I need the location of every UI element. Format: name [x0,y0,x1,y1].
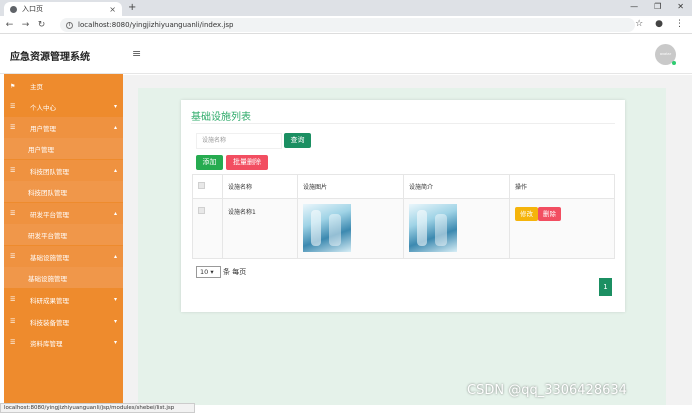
sidebar-item-equipment[interactable]: ☰ 科技装备管理 ▾ [4,311,123,332]
sidebar-subitem-teams[interactable]: 科技团队管理 [4,181,123,202]
chevron-up-icon: ▴ [113,210,117,217]
sidebar-item-profile[interactable]: ☰ 个人中心 ▾ [4,96,123,117]
actions-cell: 修改 删除 [509,198,615,259]
chevron-down-icon: ▾ [113,296,117,303]
sidebar: ⚑ 主页 ☰ 个人中心 ▾ ☰ 用户管理 ▴ 用户管理 ☰ 科技团队管理 ▴ 科技团队管理 ☰… [4,74,123,404]
list-card: 基础设施列表 设施名称 查询 添加 批量删除 设施名称 设施图片 设施简介 操作… [181,100,625,312]
facility-intro-image [409,204,457,252]
watermark: CSDN @qq_3306428634 [467,383,627,398]
online-dot [672,61,676,65]
reload-icon[interactable]: ↻ [35,20,48,30]
flag-icon: ⚑ [10,82,16,90]
table-row: 设施名称1 修改 删除 [192,198,615,259]
list-icon: ☰ [10,296,16,303]
close-window-icon[interactable]: ✕ [677,2,684,11]
sidebar-item-results[interactable]: ☰ 科研成果管理 ▾ [4,289,123,310]
chevron-up-icon: ▴ [113,167,117,174]
list-icon: ☰ [10,339,16,346]
facility-image-cell [297,198,404,259]
facility-image [303,204,351,252]
status-bar-url: localhost:8080/yingjizhiyuanguanli/jsp/m… [0,403,195,413]
list-icon: ☰ [10,253,16,260]
chevron-down-icon: ▾ [113,318,117,325]
app-header: 应急资源管理系统 ≡ avatar [0,34,692,74]
sidebar-item-library[interactable]: ☰ 资料库管理 ▾ [4,332,123,353]
globe-icon [10,5,17,13]
chevron-up-icon: ▴ [113,124,117,131]
col-header: 设施简介 [403,174,510,199]
url-field[interactable]: i localhost:8080/yingjizhiyuanguanli/ind… [60,18,635,32]
chevron-down-icon: ▾ [113,339,117,346]
facility-name: 设施名称1 [222,198,298,259]
tab-close-icon[interactable]: × [109,5,116,14]
list-icon: ☰ [10,167,16,174]
search-input[interactable]: 设施名称 [196,133,282,149]
url-text: localhost:8080/yingjizhiyuanguanli/index… [78,21,234,29]
new-tab-button[interactable]: + [128,2,136,13]
sidebar-item-users[interactable]: ☰ 用户管理 ▴ [4,117,123,138]
facility-table: 设施名称 设施图片 设施简介 操作 设施名称1 修改 删除 [192,174,615,259]
col-header: 操作 [509,174,615,199]
sidebar-item-facilities[interactable]: ☰ 基础设施管理 ▴ [4,246,123,267]
list-icon: ☰ [10,318,16,325]
chevron-up-icon: ▴ [113,253,117,260]
sidebar-item-home[interactable]: ⚑ 主页 [4,76,123,96]
title-divider [191,123,615,124]
list-icon: ☰ [10,210,16,217]
tab-title: 入口页 [22,5,43,13]
forward-icon[interactable]: → [19,20,32,30]
star-icon[interactable]: ☆ [635,19,643,29]
row-checkbox[interactable] [198,207,205,214]
sidebar-subitem-users[interactable]: 用户管理 [4,138,123,159]
facility-intro-cell [403,198,510,259]
page-size-text: 条 每页 [223,268,247,276]
query-button[interactable]: 查询 [284,133,311,148]
minimize-icon[interactable]: — [630,2,638,11]
sidebar-item-teams[interactable]: ☰ 科技团队管理 ▴ [4,160,123,181]
page-title: 基础设施列表 [191,112,251,123]
browser-tab[interactable]: 入口页 × [4,2,122,16]
col-header: 设施图片 [297,174,404,199]
hamburger-icon[interactable]: ≡ [132,47,141,60]
list-icon: ☰ [10,124,16,131]
list-icon: ☰ [10,103,16,110]
edit-button[interactable]: 修改 [515,207,538,221]
batch-delete-button[interactable]: 批量删除 [226,155,268,170]
app-name: 应急资源管理系统 [10,52,90,63]
sidebar-subitem-platforms[interactable]: 研发平台管理 [4,224,123,245]
back-icon[interactable]: ← [3,20,16,30]
table-header-row: 设施名称 设施图片 设施简介 操作 [192,174,615,199]
chevron-down-icon: ▾ [113,103,117,110]
delete-button[interactable]: 删除 [538,207,561,221]
restore-icon[interactable]: ❐ [654,2,661,11]
select-all-cell [192,174,223,199]
browser-tabbar: 入口页 × + — ❐ ✕ [0,0,692,16]
col-header: 设施名称 [222,174,298,199]
menu-dots-icon[interactable]: ⋮ [675,19,684,29]
sidebar-item-platforms[interactable]: ☰ 研发平台管理 ▴ [4,203,123,224]
select-all-checkbox[interactable] [198,182,205,189]
row-select-cell [192,198,223,259]
page-number-button[interactable]: 1 [599,278,612,296]
profile-icon[interactable]: ● [655,19,663,29]
sidebar-subitem-facilities[interactable]: 基础设施管理 [4,267,123,288]
address-bar: ← → ↻ i localhost:8080/yingjizhiyuanguan… [0,16,692,34]
add-button[interactable]: 添加 [196,155,223,170]
info-icon[interactable]: i [66,21,73,29]
page-size-select[interactable]: 10 ▾ [196,266,221,278]
